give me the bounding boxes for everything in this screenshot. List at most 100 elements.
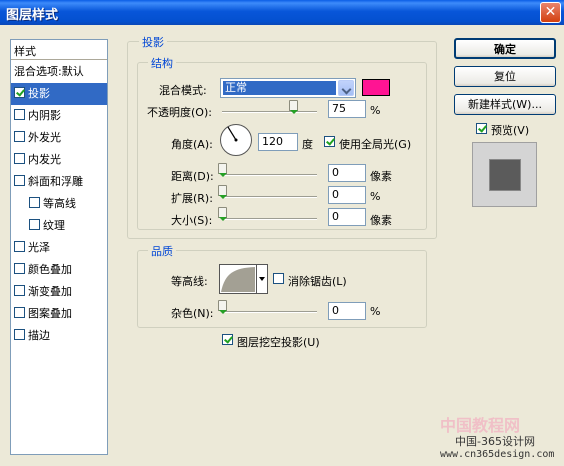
opacity-slider-thumb[interactable] — [289, 100, 299, 114]
antialias-label[interactable]: 消除锯齿(L) — [288, 273, 347, 289]
knockout-checkbox[interactable] — [222, 334, 233, 345]
global-light-checkbox[interactable] — [324, 136, 335, 147]
size-slider-thumb[interactable] — [218, 207, 227, 221]
angle-label: 角度(A): — [171, 138, 213, 151]
watermark-line-2: 中国-365设计网 — [455, 435, 535, 448]
new-style-button[interactable]: 新建样式(W)... — [454, 94, 556, 115]
opacity-input[interactable]: 75 — [328, 100, 366, 118]
spread-input[interactable]: 0 — [328, 186, 366, 204]
preview-label[interactable]: 预览(V) — [491, 122, 529, 138]
style-list-item[interactable]: 投影 — [11, 83, 107, 105]
size-slider-track[interactable] — [222, 218, 317, 220]
style-list-label: 混合选项:默认 — [14, 65, 84, 78]
angle-input[interactable]: 120 — [258, 133, 298, 151]
close-icon: ✕ — [544, 4, 557, 20]
noise-label: 杂色(N): — [171, 307, 214, 320]
style-preview — [472, 142, 537, 207]
style-list-item[interactable]: 图案叠加 — [11, 303, 107, 325]
style-checkbox[interactable] — [29, 197, 40, 208]
distance-slider-thumb[interactable] — [218, 163, 227, 177]
noise-input[interactable]: 0 — [328, 302, 366, 320]
knockout-label[interactable]: 图层挖空投影(U) — [237, 334, 320, 350]
style-list-label: 内发光 — [28, 153, 61, 166]
style-list-item[interactable]: 渐变叠加 — [11, 281, 107, 303]
style-list-item[interactable]: 纹理 — [11, 215, 107, 237]
noise-slider-thumb[interactable] — [218, 300, 227, 314]
noise-unit: % — [370, 305, 381, 318]
style-checkbox[interactable] — [14, 285, 25, 296]
structure-title: 结构 — [148, 55, 176, 71]
style-checkbox[interactable] — [14, 307, 25, 318]
style-checkbox[interactable] — [14, 131, 25, 142]
style-list-item[interactable]: 等高线 — [11, 193, 107, 215]
style-list-label: 内阴影 — [28, 109, 61, 122]
blend-mode-select[interactable]: 正常 — [220, 78, 356, 98]
antialias-checkbox[interactable] — [273, 273, 284, 284]
style-list-item[interactable]: 颜色叠加 — [11, 259, 107, 281]
style-checkbox[interactable] — [14, 175, 25, 186]
distance-unit: 像素 — [370, 170, 392, 183]
style-checkbox[interactable] — [14, 153, 25, 164]
spread-label: 扩展(R): — [171, 192, 213, 205]
spread-slider-track[interactable] — [222, 196, 317, 198]
style-list-label: 投影 — [28, 87, 50, 100]
opacity-unit: % — [370, 104, 381, 117]
style-checkbox[interactable] — [29, 219, 40, 230]
drop-shadow-title: 投影 — [139, 34, 167, 50]
styles-list: 样式 混合选项:默认投影内阴影外发光内发光斜面和浮雕等高线纹理光泽颜色叠加渐变叠… — [10, 39, 108, 455]
reset-button[interactable]: 复位 — [454, 66, 556, 87]
preview-checkbox[interactable] — [476, 123, 487, 134]
style-checkbox[interactable] — [14, 87, 25, 98]
dialog-title: 图层样式 — [6, 8, 59, 23]
style-checkbox[interactable] — [14, 329, 25, 340]
style-list-item[interactable]: 光泽 — [11, 237, 107, 259]
size-input[interactable]: 0 — [328, 208, 366, 226]
spread-unit: % — [370, 190, 381, 203]
style-checkbox[interactable] — [14, 263, 25, 274]
style-list-label: 颜色叠加 — [28, 263, 72, 276]
opacity-slider-track[interactable] — [222, 111, 317, 113]
ok-button[interactable]: 确定 — [454, 38, 556, 59]
shadow-color-swatch[interactable] — [362, 79, 390, 96]
global-light-label[interactable]: 使用全局光(G) — [339, 136, 411, 152]
blend-mode-value: 正常 — [223, 81, 336, 95]
style-list-item[interactable]: 外发光 — [11, 127, 107, 149]
style-list-label: 描边 — [28, 329, 50, 342]
style-list-label: 纹理 — [43, 219, 65, 232]
style-list-label: 渐变叠加 — [28, 285, 72, 298]
distance-input[interactable]: 0 — [328, 164, 366, 182]
title-bar: 图层样式 ✕ — [0, 0, 564, 25]
layer-style-dialog: 图层样式 ✕ 样式 混合选项:默认 投影 内阴影 外发光 内发光 斜面和浮雕 等高线 纹理 光泽… — [0, 0, 564, 466]
angle-dial[interactable] — [220, 124, 252, 156]
style-list-item[interactable]: 斜面和浮雕 — [11, 171, 107, 193]
watermark-line-3: www.cn365design.com — [440, 449, 555, 460]
close-button[interactable]: ✕ — [540, 2, 561, 23]
style-list-item[interactable]: 描边 — [11, 325, 107, 347]
style-checkbox[interactable] — [14, 109, 25, 120]
contour-curve-icon — [221, 267, 255, 292]
style-list-label: 外发光 — [28, 131, 61, 144]
style-list-item[interactable]: 内发光 — [11, 149, 107, 171]
contour-label: 等高线: — [171, 275, 208, 288]
style-list-label: 等高线 — [43, 197, 76, 210]
style-list-item[interactable]: 混合选项:默认 — [11, 61, 107, 83]
style-checkbox[interactable] — [14, 241, 25, 252]
size-unit: 像素 — [370, 214, 392, 227]
quality-title: 品质 — [148, 243, 176, 259]
contour-dropdown-button[interactable] — [257, 264, 268, 294]
chevron-down-icon[interactable] — [338, 80, 354, 96]
preview-swatch — [489, 159, 521, 191]
style-list-label: 图案叠加 — [28, 307, 72, 320]
style-list-label: 光泽 — [28, 241, 50, 254]
angle-needle-icon — [227, 126, 238, 142]
distance-slider-track[interactable] — [222, 174, 317, 176]
noise-slider-track[interactable] — [222, 311, 317, 313]
styles-list-header[interactable]: 样式 — [11, 40, 107, 60]
contour-picker[interactable] — [219, 264, 257, 294]
opacity-label: 不透明度(O): — [147, 106, 212, 119]
distance-label: 距离(D): — [171, 170, 214, 183]
blend-mode-label: 混合模式: — [159, 84, 207, 97]
style-list-label: 斜面和浮雕 — [28, 175, 83, 188]
spread-slider-thumb[interactable] — [218, 185, 227, 199]
style-list-item[interactable]: 内阴影 — [11, 105, 107, 127]
